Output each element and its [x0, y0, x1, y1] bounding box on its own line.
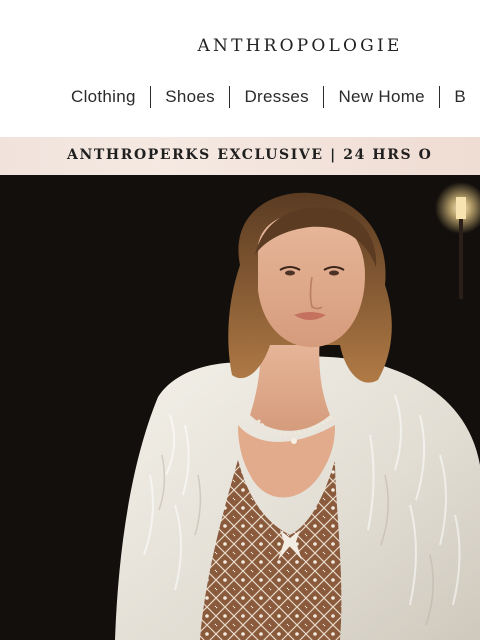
nav-item-clothing[interactable]: Clothing	[57, 84, 150, 110]
nav-item-b[interactable]: B	[440, 84, 480, 110]
brand-logo[interactable]: ANTHROPOLOGIE	[0, 36, 480, 56]
nav-item-shoes[interactable]: Shoes	[151, 84, 229, 110]
header: ANTHROPOLOGIE Clothing Shoes Dresses New…	[0, 0, 480, 137]
email-page: ANTHROPOLOGIE Clothing Shoes Dresses New…	[0, 0, 480, 640]
nav-item-new-home[interactable]: New Home	[324, 84, 438, 110]
promo-banner[interactable]: ANTHROPERKS EXCLUSIVE | 24 HRS O	[0, 137, 480, 175]
nav-item-dresses[interactable]: Dresses	[230, 84, 322, 110]
category-nav: Clothing Shoes Dresses New Home B	[57, 84, 480, 110]
hero-image[interactable]	[0, 175, 480, 640]
hero-illustration	[0, 175, 480, 640]
promo-text: ANTHROPERKS EXCLUSIVE | 24 HRS O	[67, 147, 433, 163]
